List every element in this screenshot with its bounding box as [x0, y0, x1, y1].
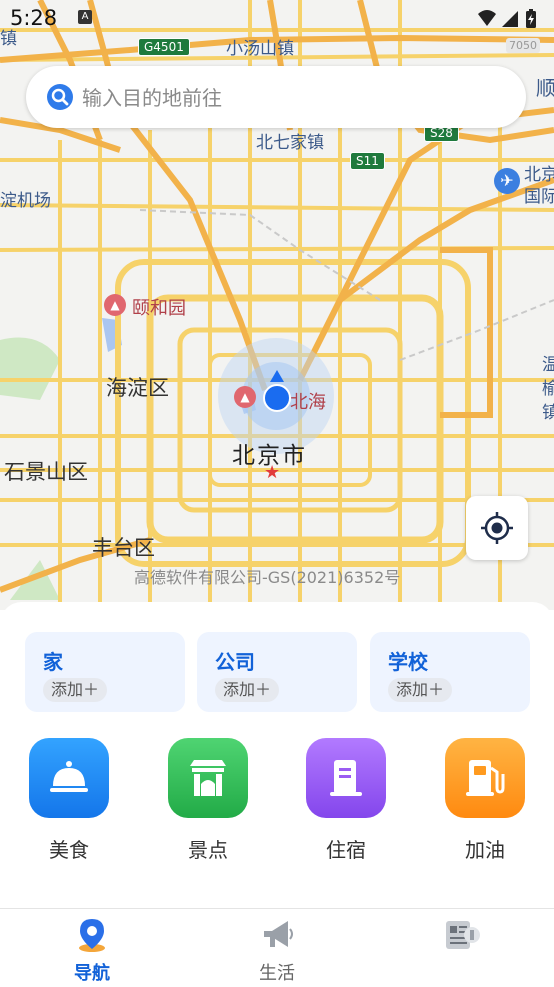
road-shield-g4501: G4501 [138, 38, 190, 56]
category-label: 景点 [188, 838, 228, 862]
add-home-button[interactable]: 添加＋ [43, 678, 108, 702]
status-time: 5:28 [10, 6, 58, 30]
poi-icon-beihai: ▲ [234, 386, 256, 408]
road-shield-top-right: 7050 [506, 38, 540, 53]
news-icon [446, 921, 480, 949]
tab-label: 导航 [74, 963, 110, 984]
bottom-sheet: 家 添加＋ 公司 添加＋ 学校 添加＋ 美食 景点 住宿 加油 [0, 602, 554, 908]
category-label: 住宿 [326, 838, 366, 862]
airport-icon: ✈ [494, 168, 520, 194]
quick-place-title: 学校 [388, 650, 428, 674]
map-label-haidian: 海淀区 [106, 376, 169, 400]
map-label-right-3: 镇 [542, 403, 554, 423]
gas-station-icon [445, 738, 525, 818]
tab-label: 生活 [259, 963, 295, 984]
notification-icon: A [78, 10, 92, 24]
category-food[interactable]: 美食 [29, 738, 109, 863]
category-gas[interactable]: 加油 [445, 738, 525, 863]
food-cloche-icon [29, 738, 109, 818]
map-label-capital-2: 国际 [524, 187, 554, 207]
category-label: 美食 [49, 838, 89, 862]
map-copyright: 高德软件有限公司-GS(2021)6352号 [134, 568, 401, 587]
map-label-xiaotangshan: 小汤山镇 [226, 39, 294, 59]
status-bar: 5:28 A [0, 0, 554, 36]
quick-place-home[interactable]: 家 添加＋ [25, 632, 185, 712]
tab-navigation[interactable]: 导航 [52, 917, 132, 985]
tab-news[interactable] [422, 917, 502, 959]
bottom-nav: 导航 生活 [0, 908, 554, 987]
category-hotel[interactable]: 住宿 [306, 738, 386, 863]
map-label-fengtai: 丰台区 [92, 536, 155, 560]
quick-place-title: 公司 [215, 650, 255, 674]
map-label-top-right: 顺 [536, 76, 554, 100]
signal-icon [502, 11, 518, 27]
poi-icon-yiheyuan: ▲ [104, 294, 126, 316]
tab-life[interactable]: 生活 [237, 917, 317, 985]
capital-star-icon: ★ [264, 462, 281, 483]
map-label-right-1: 温 [542, 355, 554, 375]
category-scenic[interactable]: 景点 [168, 738, 248, 863]
search-input[interactable] [80, 80, 504, 116]
hotel-icon [306, 738, 386, 818]
system-indicators [476, 8, 542, 34]
road-shield-s11: S11 [350, 152, 385, 170]
current-location-marker [262, 370, 292, 414]
map-label-right-2: 榆 [542, 379, 554, 399]
scenic-gate-icon [168, 738, 248, 818]
search-bar[interactable] [26, 66, 526, 128]
search-icon [46, 83, 74, 115]
map-label-airport: 淀机场 [0, 191, 51, 211]
category-label: 加油 [465, 838, 505, 862]
crosshair-icon [481, 512, 513, 544]
add-company-button[interactable]: 添加＋ [215, 678, 280, 702]
battery-icon [526, 9, 536, 28]
quick-place-company[interactable]: 公司 添加＋ [197, 632, 357, 712]
map-label-beiqijia: 北七家镇 [256, 133, 324, 153]
wifi-icon [478, 10, 496, 26]
map-label-beihai: 北海 [290, 392, 326, 413]
add-school-button[interactable]: 添加＋ [388, 678, 453, 702]
megaphone-icon [264, 921, 293, 947]
map-label-shijingshan: 石景山区 [4, 460, 88, 484]
map-label-yiheyuan: 颐和园 [132, 298, 186, 319]
locate-me-button[interactable] [466, 496, 528, 560]
navigation-pin-icon [79, 919, 105, 952]
quick-place-school[interactable]: 学校 添加＋ [370, 632, 530, 712]
quick-place-title: 家 [43, 650, 63, 674]
